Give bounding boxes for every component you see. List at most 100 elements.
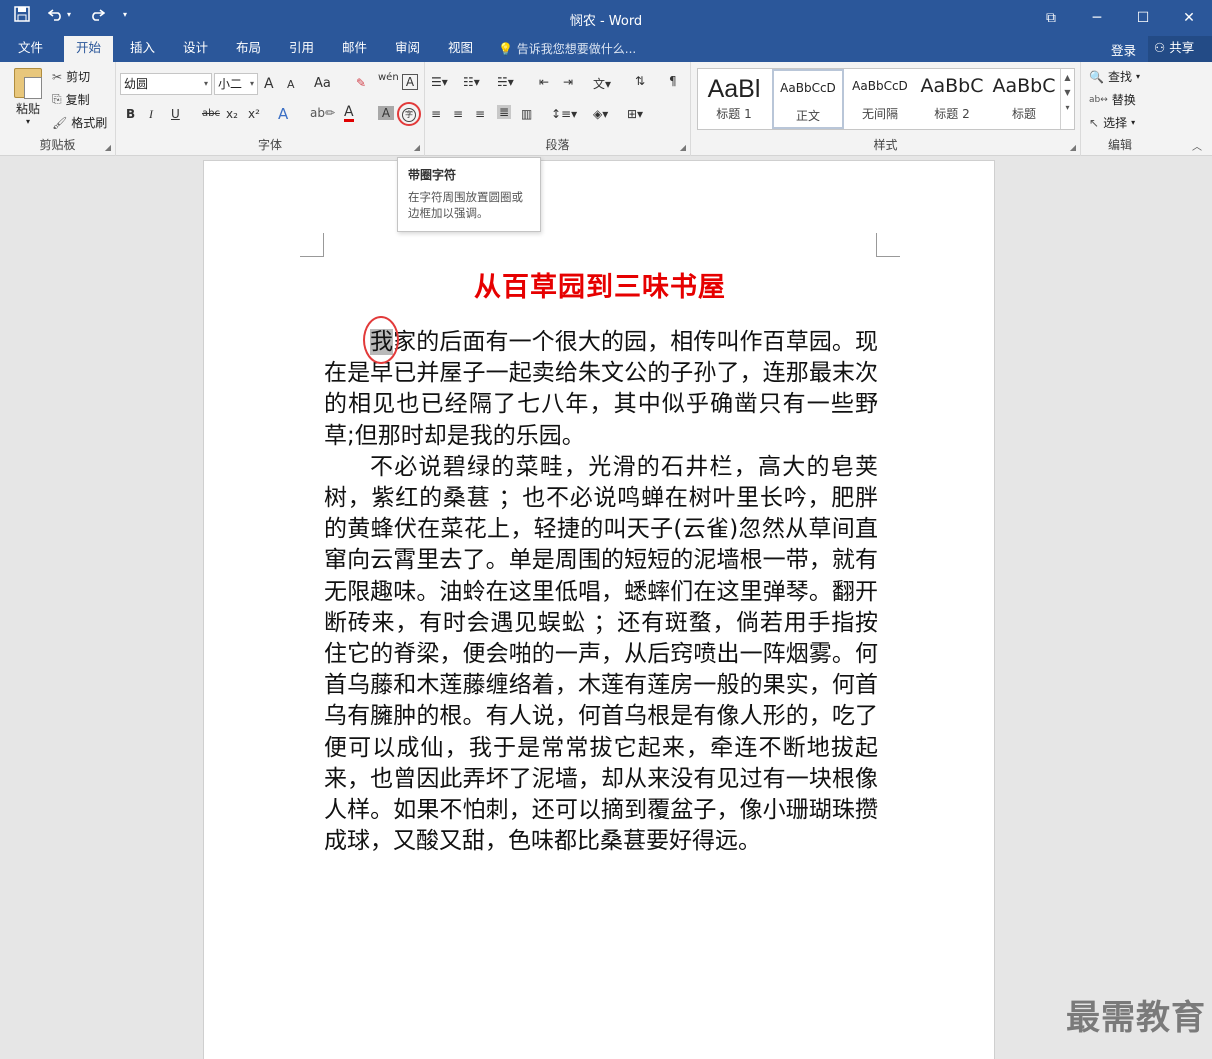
style-heading-2[interactable]: AaBbC 标题 2 [916, 69, 988, 129]
superscript-button[interactable]: x² [248, 107, 260, 121]
tab-design[interactable]: 设计 [171, 36, 220, 62]
search-icon: 🔍 [1089, 69, 1104, 84]
share-button[interactable]: ⚇ 共享 [1148, 36, 1212, 62]
style-heading-1[interactable]: AaBl 标题 1 [698, 69, 770, 129]
align-center-icon[interactable]: ≡ [453, 107, 463, 121]
dialog-launcher-icon[interactable]: ◢ [414, 143, 420, 152]
character-shading-button[interactable]: A [378, 106, 394, 120]
tab-view[interactable]: 视图 [436, 36, 485, 62]
clipboard-group: 粘贴 ▾ ✂ 剪切 ⎘ 复制 🖌 格式刷 剪贴板 ◢ [0, 62, 116, 156]
style-no-spacing[interactable]: AaBbCcD 无间隔 [844, 69, 916, 129]
distributed-icon[interactable]: ▥ [521, 107, 532, 121]
font-color-button[interactable]: A [344, 105, 354, 122]
character-border-button[interactable]: A [402, 74, 418, 90]
paragraph-group-label: 段落 [545, 138, 570, 152]
bullets-icon[interactable]: ☰▾ [431, 75, 448, 89]
chevron-down-icon: ▾ [249, 79, 254, 88]
tab-review[interactable]: 审阅 [383, 36, 432, 62]
justify-icon[interactable]: ≣ [497, 105, 512, 119]
tab-layout[interactable]: 布局 [224, 36, 273, 62]
enclose-characters-button[interactable]: 字 [397, 102, 421, 126]
style-title[interactable]: AaBbC 标题 [988, 69, 1060, 129]
document-body[interactable]: 我家的后面有一个很大的园，相传叫作百草园。现在是早已并屋子一起卖给朱文公的子孙了… [324, 327, 878, 857]
tab-mailings[interactable]: 邮件 [330, 36, 379, 62]
numbering-icon[interactable]: ☷▾ [463, 75, 480, 89]
font-group-label: 字体 [257, 138, 282, 152]
gallery-scroll[interactable]: ▲ ▼ ▾ [1060, 69, 1074, 129]
tooltip-title: 带圈字符 [408, 168, 457, 182]
clear-format-icon[interactable]: ✎ [356, 76, 366, 90]
restore-button[interactable]: ☐ [1120, 0, 1166, 36]
dialog-launcher-icon[interactable]: ◢ [680, 143, 686, 152]
editing-group: 🔍 查找 ▾ ab↔ 替换 ↖ 选择 ▾ 编辑 [1081, 62, 1159, 156]
find-button[interactable]: 🔍 查找 ▾ [1089, 68, 1140, 85]
shrink-font-button[interactable]: A [287, 78, 295, 91]
tab-file[interactable]: 文件 [6, 36, 55, 62]
line-spacing-icon[interactable]: ↕≡▾ [551, 107, 577, 121]
enclose-characters-tooltip: 带圈字符 在字符周围放置圆圈或边框加以强调。 [397, 157, 541, 232]
align-left-icon[interactable]: ≡ [431, 107, 441, 121]
paste-button[interactable]: 粘贴 ▾ [8, 68, 48, 126]
font-size-combo[interactable]: 小二 ▾ [214, 73, 258, 95]
borders-icon[interactable]: ⊞▾ [627, 107, 643, 121]
person-icon: ⚇ [1154, 40, 1166, 55]
paste-icon [14, 68, 42, 99]
dialog-launcher-icon[interactable]: ◢ [1070, 143, 1076, 152]
ribbon-display-button[interactable]: ⧉ [1028, 0, 1074, 36]
cursor-icon: ↖ [1089, 115, 1100, 130]
format-painter-button[interactable]: 🖌 格式刷 [52, 114, 107, 131]
shading-icon[interactable]: ◈▾ [593, 107, 608, 121]
align-right-icon[interactable]: ≡ [475, 107, 485, 121]
chevron-down-icon: ▾ [25, 117, 30, 126]
show-marks-icon[interactable]: ¶ [669, 74, 677, 88]
style-normal[interactable]: AaBbCcD 正文 [772, 69, 844, 129]
document-area: 从百草园到三味书屋 我家的后面有一个很大的园，相传叫作百草园。现在是早已并屋子一… [0, 156, 1212, 1059]
tab-insert[interactable]: 插入 [118, 36, 167, 62]
chevron-down-icon[interactable]: ▼ [1061, 88, 1074, 97]
strikethrough-button[interactable]: abc [202, 108, 220, 119]
font-group: 幼圆 ▾ 小二 ▾ A A Aa ✎ wén A B I U abc x₂ x² A… [116, 62, 425, 156]
dialog-launcher-icon[interactable]: ◢ [105, 143, 111, 152]
margin-mark [876, 233, 900, 257]
scissors-icon: ✂ [52, 69, 63, 84]
close-button[interactable]: ✕ [1166, 0, 1212, 36]
collapse-ribbon-icon[interactable]: ︿ [1192, 138, 1202, 153]
share-label: 共享 [1169, 40, 1195, 55]
decrease-indent-icon[interactable]: ⇤ [539, 75, 549, 89]
document-page[interactable]: 从百草园到三味书屋 我家的后面有一个很大的园，相传叫作百草园。现在是早已并屋子一… [203, 160, 995, 1059]
gallery-more-icon[interactable]: ▾ [1061, 103, 1074, 112]
subscript-button[interactable]: x₂ [226, 107, 238, 121]
asian-layout-icon[interactable]: 文▾ [593, 75, 611, 92]
tab-references[interactable]: 引用 [277, 36, 326, 62]
grow-font-button[interactable]: A [264, 76, 274, 92]
replace-icon: ab↔ [1089, 94, 1108, 105]
increase-indent-icon[interactable]: ⇥ [563, 75, 573, 89]
tell-me-text: 告诉我您想要做什么... [516, 42, 637, 56]
underline-button[interactable]: U [171, 107, 180, 121]
multilevel-list-icon[interactable]: ☵▾ [497, 75, 514, 89]
copy-button[interactable]: ⎘ 复制 [52, 91, 90, 108]
paragraph-2: 不必说碧绿的菜畦，光滑的石井栏，高大的皂荚树，紫红的桑葚 ；也不必说鸣蝉在树叶里… [324, 453, 878, 855]
sort-icon[interactable]: ⇅ [635, 74, 645, 88]
pinyin-guide-button[interactable]: wén [378, 72, 399, 83]
highlight-icon[interactable]: ab✏ [310, 106, 335, 120]
text-effects-button[interactable]: A [278, 105, 288, 123]
select-button[interactable]: ↖ 选择 ▾ [1089, 114, 1135, 131]
bold-button[interactable]: B [126, 107, 135, 121]
ribbon-tabs: 文件 开始 插入 设计 布局 引用 邮件 审阅 视图 💡 告诉我您想要做什么..… [0, 36, 1212, 62]
change-case-button[interactable]: Aa [314, 76, 331, 91]
cut-button[interactable]: ✂ 剪切 [52, 68, 90, 85]
title-bar: ▾ ▾ 悯农 - Word ⧉ ─ ☐ ✕ [0, 0, 1212, 36]
login-link[interactable]: 登录 [1111, 40, 1136, 59]
minimize-button[interactable]: ─ [1074, 0, 1120, 36]
replace-button[interactable]: ab↔ 替换 [1089, 91, 1136, 108]
chevron-up-icon[interactable]: ▲ [1061, 73, 1074, 82]
window-controls: ⧉ ─ ☐ ✕ [1028, 0, 1212, 36]
tell-me-box[interactable]: 💡 告诉我您想要做什么... [498, 40, 636, 57]
tooltip-description: 在字符周围放置圆圈或边框加以强调。 [408, 190, 523, 220]
tab-home[interactable]: 开始 [64, 36, 114, 62]
italic-button[interactable]: I [149, 107, 153, 122]
font-name-combo[interactable]: 幼圆 ▾ [120, 73, 212, 95]
enclose-characters-icon: 字 [402, 108, 416, 122]
paragraph-1: 我家的后面有一个很大的园，相传叫作百草园。现在是早已并屋子一起卖给朱文公的子孙了… [324, 329, 879, 449]
